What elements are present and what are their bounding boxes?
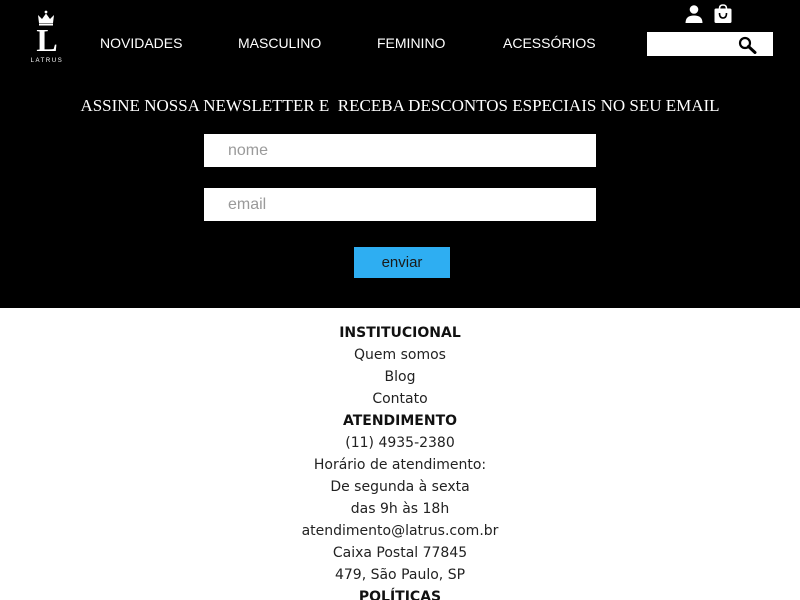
nav-masculino[interactable]: MASCULINO: [238, 34, 321, 52]
shopping-bag-icon[interactable]: [713, 4, 733, 24]
footer-hours-time: das 9h às 18h: [350, 501, 450, 517]
footer-link-quem-somos[interactable]: Quem somos: [0, 344, 800, 366]
footer-heading-institucional: INSTITUCIONAL: [339, 325, 461, 341]
footer-phone: (11) 4935-2380: [345, 435, 455, 451]
footer-hours-label: Horário de atendimento:: [313, 457, 487, 473]
logo-letter: L: [36, 22, 58, 58]
footer-heading-atendimento: ATENDIMENTO: [342, 413, 458, 429]
newsletter-submit-button[interactable]: enviar: [354, 247, 450, 278]
newsletter-email-input[interactable]: [204, 188, 596, 221]
footer-link-contato[interactable]: Contato: [0, 388, 800, 410]
nav-acessorios[interactable]: ACESSÓRIOS: [503, 34, 596, 52]
footer-link-blog[interactable]: Blog: [0, 366, 800, 388]
site-header: L LATRUS NOVIDADES MASCULINO FEMININO AC…: [0, 0, 800, 84]
footer-heading-politicas: POLÍTICAS: [358, 589, 442, 600]
footer-hours-days: De segunda à sexta: [330, 479, 470, 495]
nav-feminino[interactable]: FEMININO: [377, 34, 445, 52]
search-icon[interactable]: [738, 36, 758, 54]
user-icon[interactable]: [684, 4, 704, 24]
footer-postal-box: Caixa Postal 77845: [332, 545, 468, 561]
newsletter-title: ASSINE NOSSA NEWSLETTER E RECEBA DESCONT…: [80, 96, 720, 115]
footer-email-link[interactable]: atendimento@latrus.com.br: [0, 520, 800, 542]
newsletter-name-input[interactable]: [204, 134, 596, 167]
newsletter-section: ASSINE NOSSA NEWSLETTER E RECEBA DESCONT…: [0, 84, 800, 308]
logo[interactable]: L LATRUS: [30, 10, 64, 66]
logo-wordmark: LATRUS: [30, 58, 64, 64]
footer-address: 479, São Paulo, SP: [334, 567, 466, 583]
site-footer: INSTITUCIONAL Quem somos Blog Contato AT…: [0, 322, 800, 600]
search-input[interactable]: [647, 32, 735, 56]
nav-novidades[interactable]: NOVIDADES: [100, 34, 182, 52]
